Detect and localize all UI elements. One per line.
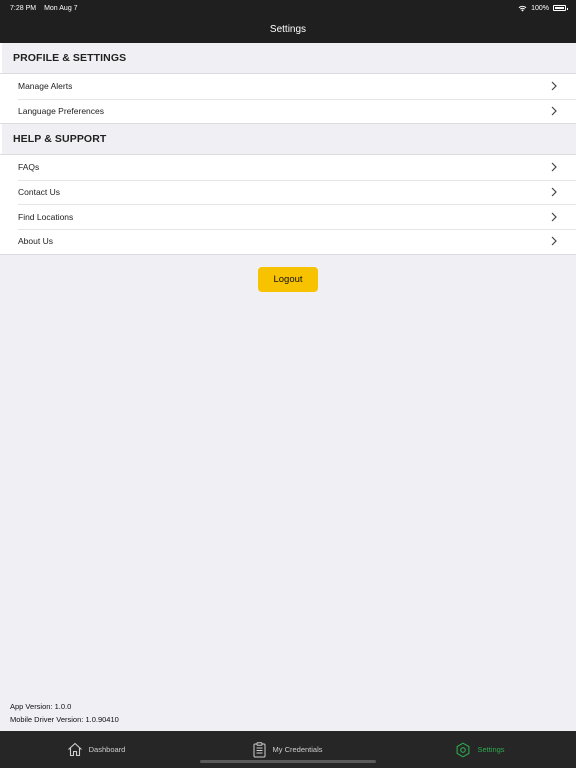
row-label: Language Preferences <box>18 105 105 116</box>
find-locations-row[interactable]: Find Locations <box>0 204 576 229</box>
row-label: Manage Alerts <box>18 81 73 92</box>
clipboard-icon <box>253 741 266 757</box>
chevron-right-icon <box>550 187 558 197</box>
chevron-right-icon <box>550 212 558 222</box>
row-label: About Us <box>18 236 53 247</box>
status-bar: 7:28 PM Mon Aug 7 100% <box>0 0 576 16</box>
settings-list: PROFILE & SETTINGS Manage Alerts Languag… <box>0 43 576 292</box>
nav-bar: Settings <box>0 16 576 43</box>
chevron-right-icon <box>550 236 558 246</box>
about-us-row[interactable]: About Us <box>0 228 576 254</box>
row-label: Find Locations <box>18 211 74 222</box>
help-group: FAQs Contact Us Find Locations About Us <box>0 154 576 255</box>
gear-icon <box>456 742 470 757</box>
chevron-right-icon <box>550 106 558 116</box>
row-label: Contact Us <box>18 187 61 198</box>
logout-container: Logout <box>0 266 576 292</box>
driver-version: Mobile Driver Version: 1.0.90410 <box>10 715 119 724</box>
profile-group: Manage Alerts Language Preferences <box>0 73 576 125</box>
tab-settings[interactable]: Settings <box>384 731 576 768</box>
section-header-help: HELP & SUPPORT <box>0 124 576 155</box>
tab-dashboard[interactable]: Dashboard <box>0 731 192 768</box>
home-indicator <box>200 760 376 763</box>
tab-label: My Credentials <box>272 745 323 754</box>
manage-alerts-row[interactable]: Manage Alerts <box>0 74 576 99</box>
version-info: App Version: 1.0.0 Mobile Driver Version… <box>10 700 119 726</box>
status-time: 7:28 PM <box>10 4 37 12</box>
app-version: App Version: 1.0.0 <box>10 702 72 711</box>
chevron-right-icon <box>550 162 558 172</box>
battery-percent: 100% <box>531 4 549 12</box>
battery-fill <box>555 7 564 9</box>
page-title: Settings <box>269 24 307 35</box>
logout-button[interactable]: Logout <box>258 266 318 292</box>
house-icon <box>67 742 82 757</box>
row-label: FAQs <box>18 162 40 173</box>
status-date: Mon Aug 7 <box>44 4 78 12</box>
contact-us-row[interactable]: Contact Us <box>0 179 576 205</box>
chevron-right-icon <box>550 81 558 91</box>
tab-label: Settings <box>477 745 505 754</box>
battery-icon <box>553 5 568 11</box>
tab-label: Dashboard <box>88 745 126 754</box>
wifi-icon <box>518 5 527 11</box>
faqs-row[interactable]: FAQs <box>0 155 576 180</box>
section-header-profile: PROFILE & SETTINGS <box>0 43 576 73</box>
language-preferences-row[interactable]: Language Preferences <box>0 98 576 124</box>
